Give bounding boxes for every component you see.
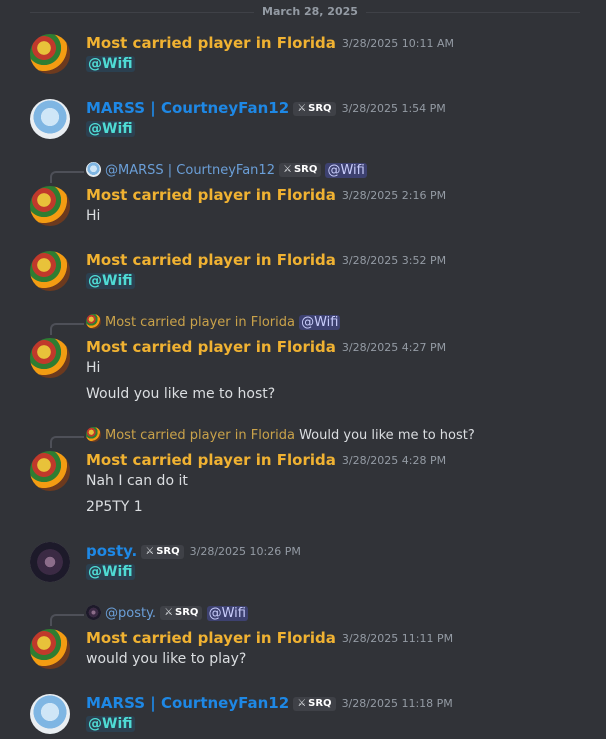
author-name[interactable]: Most carried player in Florida <box>86 34 336 52</box>
message-text: Hi <box>86 208 101 224</box>
avatar[interactable] <box>30 34 70 74</box>
author-name[interactable]: MARSS | CourtneyFan12 <box>86 694 289 712</box>
reply-spine <box>50 436 84 448</box>
mention[interactable]: @Wifi <box>86 716 135 732</box>
reply-preview[interactable]: Most carried player in Florida Would you… <box>86 427 475 445</box>
server-tag[interactable]: ⚔ SRQ <box>293 102 336 116</box>
avatar[interactable] <box>30 542 70 582</box>
reply-avatar <box>86 314 101 329</box>
server-tag: ⚔ SRQ <box>278 163 322 177</box>
mention[interactable]: @Wifi <box>86 56 135 72</box>
mention[interactable]: @Wifi <box>86 564 135 580</box>
reply-preview[interactable]: @posty. ⚔ SRQ @Wifi <box>86 605 248 623</box>
reply-author[interactable]: Most carried player in Florida <box>105 315 295 330</box>
message-text: Hi <box>86 360 101 376</box>
sword-icon: ⚔ <box>164 607 174 618</box>
timestamp: 3/28/2025 4:27 PM <box>341 341 447 354</box>
reply-spine <box>50 171 84 183</box>
message-text: Would you like me to host? <box>86 386 276 402</box>
sword-icon: ⚔ <box>297 698 307 709</box>
timestamp: 3/28/2025 2:16 PM <box>341 189 447 202</box>
mention[interactable]: @Wifi <box>86 121 135 137</box>
reply-mention: @Wifi <box>206 606 248 621</box>
avatar[interactable] <box>30 251 70 291</box>
reply-text: Would you like me to host? <box>299 428 475 443</box>
date-divider-label: March 28, 2025 <box>254 5 366 19</box>
reply-mention: @Wifi <box>299 315 341 330</box>
server-tag: ⚔ SRQ <box>160 606 203 620</box>
reply-preview[interactable]: @MARSS | CourtneyFan12 ⚔ SRQ @Wifi <box>86 162 367 180</box>
message-text: 2P5TY 1 <box>86 499 143 515</box>
server-tag[interactable]: ⚔ SRQ <box>141 545 184 559</box>
message-text: Nah I can do it <box>86 473 188 489</box>
avatar[interactable] <box>30 99 70 139</box>
author-name[interactable]: MARSS | CourtneyFan12 <box>86 99 289 117</box>
reply-avatar <box>86 605 101 620</box>
reply-author[interactable]: @posty. <box>105 606 156 621</box>
author-name[interactable]: Most carried player in Florida <box>86 629 336 647</box>
timestamp: 3/28/2025 10:26 PM <box>189 545 301 558</box>
sword-icon: ⚔ <box>145 546 155 557</box>
sword-icon: ⚔ <box>282 164 292 175</box>
timestamp: 3/28/2025 11:11 PM <box>341 632 454 645</box>
avatar[interactable] <box>30 186 70 226</box>
reply-avatar <box>86 427 101 442</box>
author-name[interactable]: Most carried player in Florida <box>86 451 336 469</box>
reply-author[interactable]: Most carried player in Florida <box>105 428 295 443</box>
timestamp: 3/28/2025 10:11 AM <box>341 37 455 50</box>
author-name[interactable]: Most carried player in Florida <box>86 338 336 356</box>
reply-preview[interactable]: Most carried player in Florida @Wifi <box>86 314 341 332</box>
avatar[interactable] <box>30 629 70 669</box>
reply-avatar <box>86 162 101 177</box>
timestamp: 3/28/2025 4:28 PM <box>341 454 447 467</box>
message-text: would you like to play? <box>86 651 247 667</box>
author-name[interactable]: Most carried player in Florida <box>86 186 336 204</box>
reply-spine <box>50 614 84 626</box>
avatar[interactable] <box>30 451 70 491</box>
reply-mention: @Wifi <box>325 163 367 178</box>
server-tag[interactable]: ⚔ SRQ <box>293 697 336 711</box>
sword-icon: ⚔ <box>297 103 307 114</box>
mention[interactable]: @Wifi <box>86 273 135 289</box>
reply-spine <box>50 323 84 335</box>
author-name[interactable]: Most carried player in Florida <box>86 251 336 269</box>
timestamp: 3/28/2025 11:18 PM <box>341 697 453 710</box>
author-name[interactable]: posty. <box>86 542 137 560</box>
avatar[interactable] <box>30 694 70 734</box>
avatar[interactable] <box>30 338 70 378</box>
reply-author[interactable]: @MARSS | CourtneyFan12 <box>105 163 275 178</box>
timestamp: 3/28/2025 1:54 PM <box>341 102 446 115</box>
timestamp: 3/28/2025 3:52 PM <box>341 254 447 267</box>
